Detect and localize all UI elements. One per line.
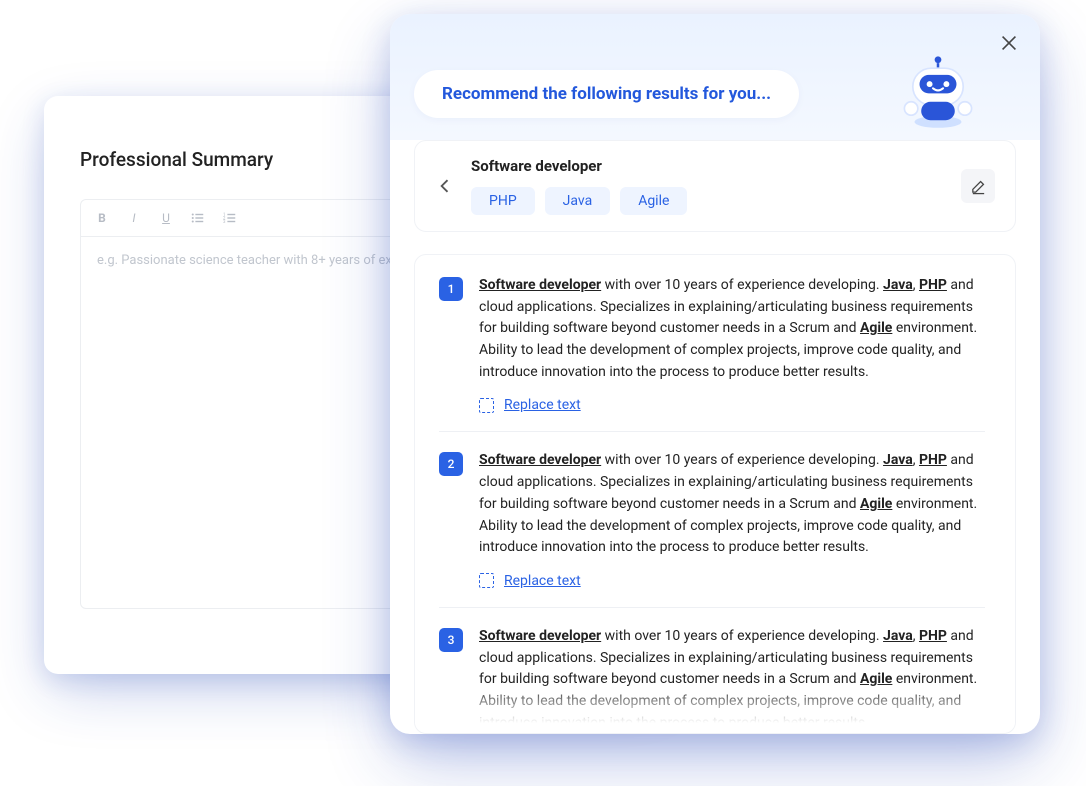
recommend-pill: Recommend the following results for you.… [414, 70, 799, 118]
tag-php[interactable]: PHP [471, 187, 535, 215]
replace-text-label: Replace text [504, 573, 581, 589]
svg-text:3: 3 [223, 220, 226, 225]
replace-icon [479, 398, 494, 413]
result-text: Software developer with over 10 years of… [479, 450, 985, 558]
robot-icon [896, 48, 980, 132]
replace-icon [479, 573, 494, 588]
italic-button[interactable]: I [127, 211, 141, 225]
result-body: Software developer with over 10 years of… [479, 450, 985, 588]
filter-main: Software developer PHP Java Agile [471, 157, 945, 215]
recommendation-panel: Recommend the following results for you.… [390, 14, 1040, 734]
edit-button[interactable] [961, 169, 995, 203]
filter-title: Software developer [471, 157, 945, 175]
replace-text-label: Replace text [504, 397, 581, 413]
underline-button[interactable]: U [159, 211, 173, 225]
result-text: Software developer with over 10 years of… [479, 626, 985, 733]
result-item[interactable]: 2 Software developer with over 10 years o… [439, 450, 985, 607]
result-body: Software developer with over 10 years of… [479, 275, 985, 413]
bold-button[interactable]: B [95, 211, 109, 225]
result-item[interactable]: 1 Software developer with over 10 years o… [439, 275, 985, 432]
tag-row: PHP Java Agile [471, 187, 945, 215]
recommend-text: Recommend the following results for you.… [442, 84, 771, 104]
replace-text-button[interactable]: Replace text [479, 573, 985, 589]
unordered-list-button[interactable] [191, 211, 205, 225]
results-scroll[interactable]: 1 Software developer with over 10 years o… [439, 275, 1003, 733]
tag-agile[interactable]: Agile [620, 187, 687, 215]
ordered-list-button[interactable]: 123 [223, 211, 237, 225]
panel-header: Recommend the following results for you.… [390, 14, 1040, 140]
close-icon[interactable] [998, 32, 1020, 54]
tag-java[interactable]: Java [545, 187, 611, 215]
result-body: Software developer with over 10 years of… [479, 626, 985, 733]
result-text: Software developer with over 10 years of… [479, 275, 985, 383]
results-container: 1 Software developer with over 10 years o… [414, 254, 1016, 734]
filter-card: Software developer PHP Java Agile [414, 140, 1016, 232]
chevron-left-icon[interactable] [435, 172, 455, 200]
result-number-badge: 3 [439, 628, 463, 652]
result-number-badge: 1 [439, 277, 463, 301]
result-number-badge: 2 [439, 452, 463, 476]
replace-text-button[interactable]: Replace text [479, 397, 985, 413]
result-item[interactable]: 3 Software developer with over 10 years o… [439, 626, 985, 733]
